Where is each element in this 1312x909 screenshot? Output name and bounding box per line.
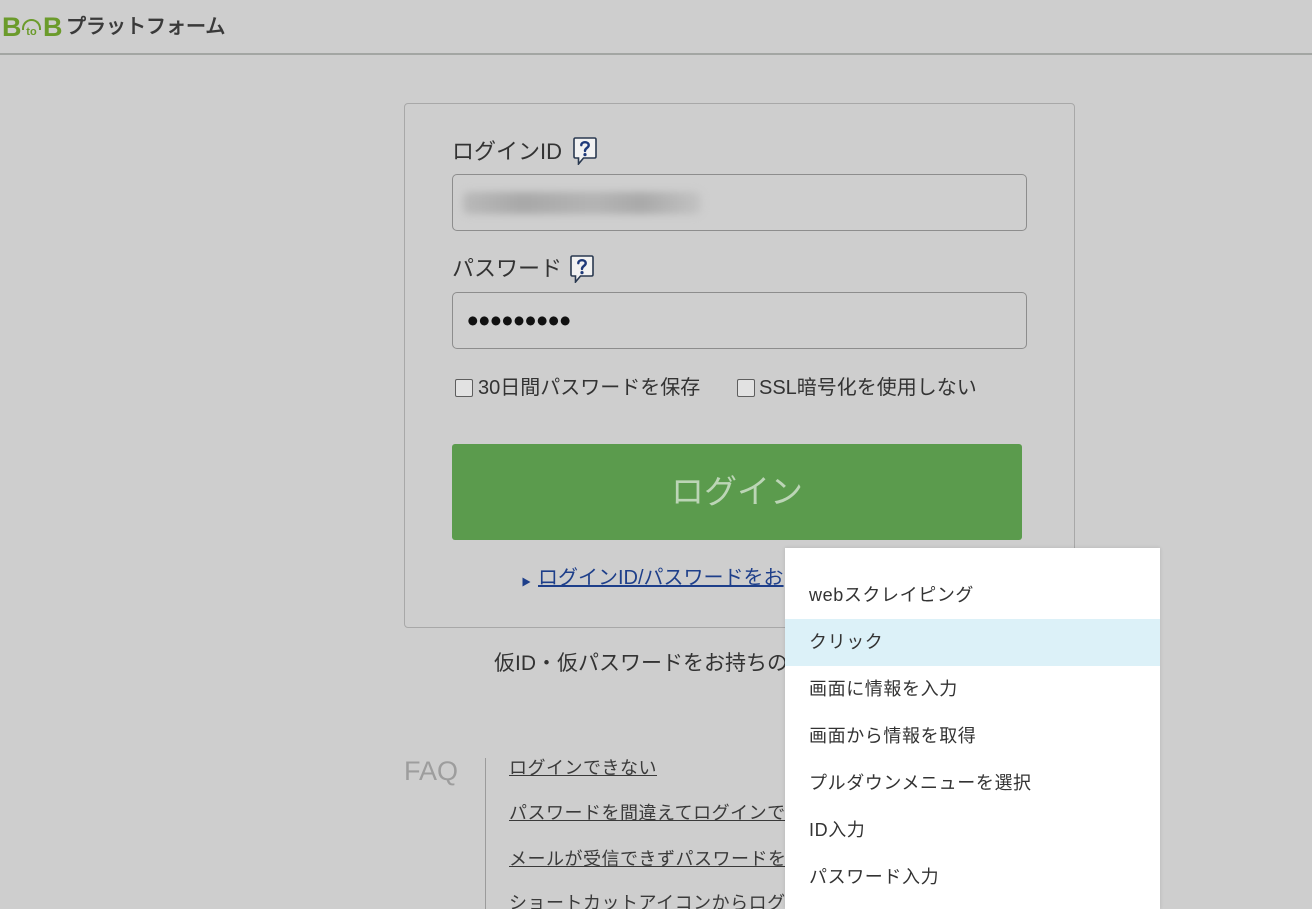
faq-link[interactable]: ログインできない: [509, 756, 657, 780]
logo-letter-b-left: B: [2, 12, 22, 42]
logo-to-mark: to: [21, 17, 42, 39]
login-id-input[interactable]: [452, 174, 1027, 231]
password-input[interactable]: •••••••••: [452, 292, 1027, 349]
context-menu-item[interactable]: 画面から情報を取得: [785, 713, 1160, 760]
question-help-icon[interactable]: [573, 137, 597, 167]
login-button[interactable]: ログイン: [452, 444, 1022, 540]
context-menu-item[interactable]: プルダウンメニューを選択: [785, 760, 1160, 807]
context-menu: webスクレイピング クリック 画面に情報を入力 画面から情報を取得 プルダウン…: [785, 548, 1160, 909]
password-masked-value: •••••••••: [467, 302, 571, 339]
question-help-icon-graphic: [573, 137, 597, 167]
faq-link[interactable]: メールが受信できずパスワードを: [509, 847, 787, 871]
remember-password-label[interactable]: 30日間パスワードを保存: [478, 376, 700, 400]
question-help-icon[interactable]: [570, 255, 594, 285]
header-bar: B to B プラットフォーム: [0, 0, 1312, 55]
disable-ssl-label[interactable]: SSL暗号化を使用しない: [759, 376, 977, 400]
forgot-credentials-link[interactable]: ログインID/パスワードをお: [538, 566, 784, 590]
context-menu-item[interactable]: 画面に情報を入力: [785, 666, 1160, 713]
faq-divider: [485, 758, 486, 909]
remember-password-checkbox[interactable]: [455, 379, 473, 397]
password-label: パスワード: [452, 256, 563, 281]
faq-link[interactable]: パスワードを間違えてログインで: [509, 801, 786, 825]
context-menu-item[interactable]: パスワード入力: [785, 854, 1160, 901]
temp-credentials-text[interactable]: 仮ID・仮パスワードをお持ちの: [494, 652, 788, 676]
login-id-value-blurred: [463, 192, 701, 214]
context-menu-item[interactable]: ID入力: [785, 807, 1160, 854]
btob-platform-logo: B to B プラットフォーム: [0, 0, 240, 53]
triangle-right-icon: [522, 574, 531, 587]
context-menu-item[interactable]: クリック: [785, 619, 1160, 666]
login-id-label: ログインID: [452, 139, 563, 164]
logo-to-text: to: [26, 26, 37, 38]
faq-link[interactable]: ショートカットアイコンからログ: [509, 891, 786, 909]
disable-ssl-checkbox[interactable]: [737, 379, 755, 397]
logo-letter-b-right: B: [43, 12, 63, 42]
triangle-right-icon-graphic: [522, 577, 531, 587]
faq-heading: FAQ: [404, 756, 459, 786]
context-menu-item[interactable]: webスクレイピング: [785, 572, 1160, 619]
question-help-icon-graphic: [570, 255, 594, 285]
logo-platform-text: プラットフォーム: [66, 16, 226, 38]
